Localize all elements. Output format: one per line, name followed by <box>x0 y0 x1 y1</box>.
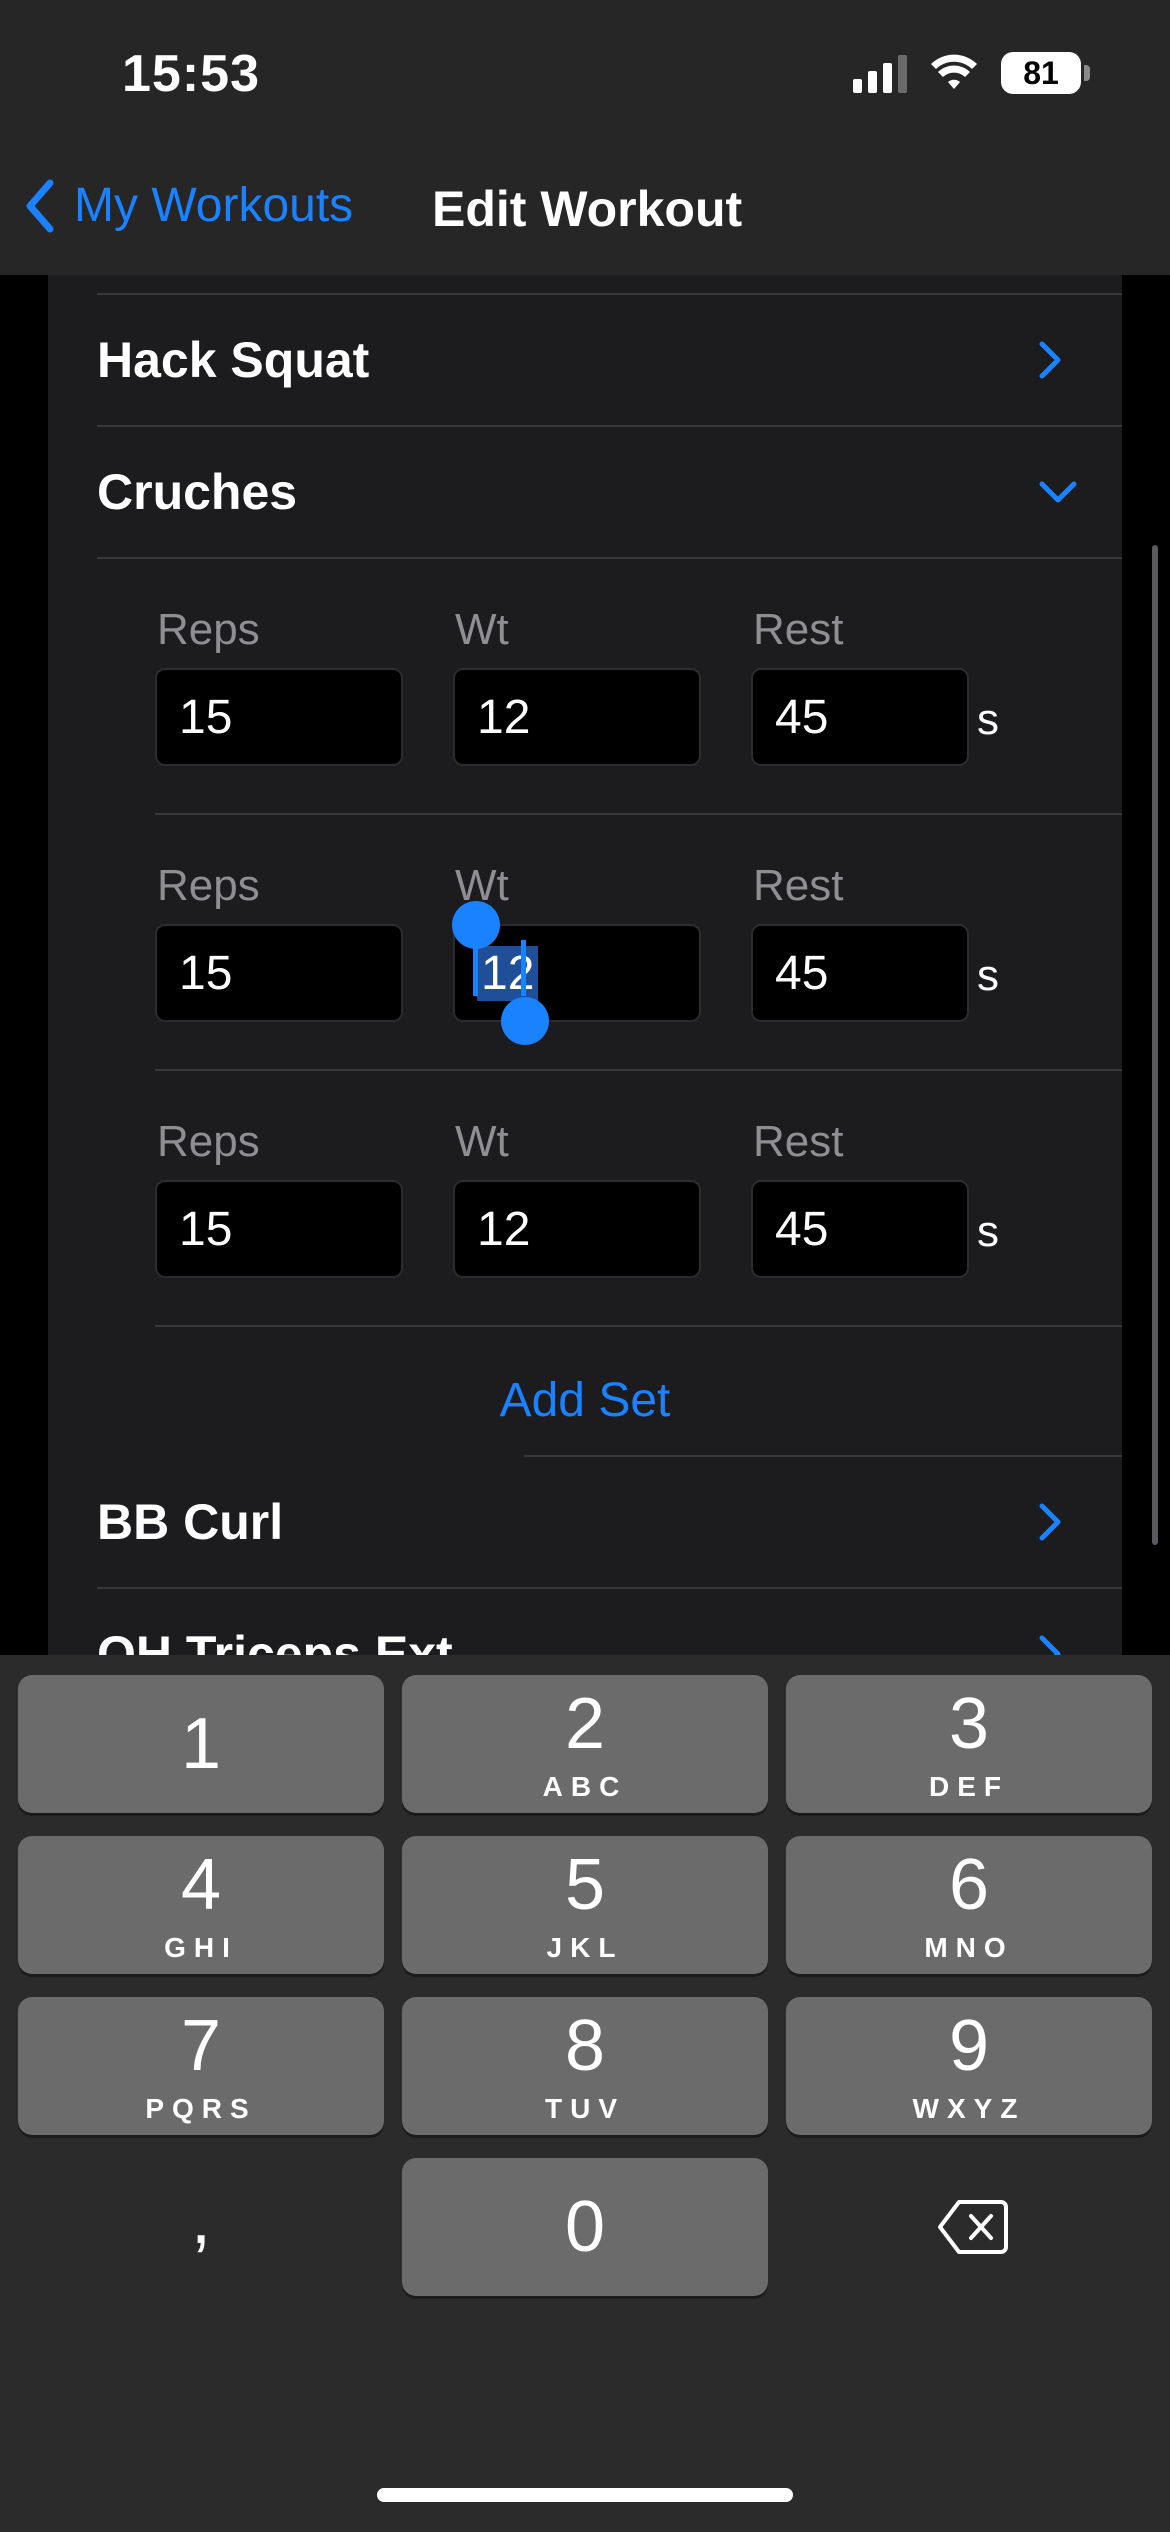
status-icons: 81 <box>853 52 1090 94</box>
back-button[interactable]: My Workouts <box>24 178 353 233</box>
reps-label: Reps <box>157 861 260 910</box>
key-5[interactable]: 5 JKL <box>402 1836 768 1974</box>
delete-key[interactable] <box>786 2158 1152 2296</box>
workout-editor: Hack Squat Cruches Reps Wt Rest 15 12 45… <box>0 275 1170 1655</box>
key-number: 8 <box>564 2006 606 2086</box>
exercise-row-hack-squat[interactable]: Hack Squat <box>48 295 1122 425</box>
exercise-list: Hack Squat Cruches Reps Wt Rest 15 12 45… <box>48 275 1122 1655</box>
exercise-name: Cruches <box>97 464 298 520</box>
key-number: 1 <box>180 1704 222 1784</box>
key-letters: WXYZ <box>912 2093 1026 2124</box>
selection-end-bar <box>521 940 526 996</box>
key-4[interactable]: 4 GHI <box>18 1836 384 1974</box>
key-number: 0 <box>564 2187 606 2267</box>
home-indicator <box>377 2488 793 2502</box>
key-0[interactable]: 0 <box>402 2158 768 2296</box>
rest-label: Rest <box>753 605 844 654</box>
wifi-icon <box>931 54 977 89</box>
key-6[interactable]: 6 MNO <box>786 1836 1152 1974</box>
exercise-row-bb-curl[interactable]: BB Curl <box>48 1457 1122 1587</box>
exercise-row-oh-triceps-ext[interactable]: OH Triceps Ext <box>48 1589 1122 1655</box>
key-8[interactable]: 8 TUV <box>402 1997 768 2135</box>
key-1[interactable]: 1 <box>18 1675 384 1813</box>
backspace-icon <box>938 2200 1008 2254</box>
chevron-down-icon <box>1039 481 1077 503</box>
key-number: 6 <box>948 1845 990 1925</box>
key-3[interactable]: 3 DEF <box>786 1675 1152 1813</box>
rest-input[interactable]: 45 <box>751 668 969 766</box>
chevron-right-icon <box>1039 341 1061 379</box>
scroll-indicator[interactable] <box>1152 545 1158 1545</box>
add-set-button[interactable]: Add Set <box>48 1373 1122 1428</box>
rest-unit: s <box>977 1207 999 1256</box>
selected-text: 12 <box>477 945 539 1001</box>
chevron-right-icon <box>1039 1503 1061 1541</box>
exercise-name: Hack Squat <box>97 332 370 388</box>
key-comma-label: , <box>190 2179 211 2259</box>
key-letters: MNO <box>924 1932 1014 1963</box>
key-number: 4 <box>180 1845 222 1925</box>
divider <box>155 1325 1122 1327</box>
reps-label: Reps <box>157 605 260 654</box>
battery-level: 81 <box>1001 52 1081 94</box>
key-number: 5 <box>564 1845 606 1925</box>
key-7[interactable]: 7 PQRS <box>18 1997 384 2135</box>
key-letters: TUV <box>545 2093 625 2124</box>
back-button-label: My Workouts <box>74 179 354 232</box>
battery-icon: 81 <box>1001 52 1090 94</box>
rest-label: Rest <box>753 1117 844 1166</box>
reps-input[interactable]: 15 <box>155 668 403 766</box>
key-letters: PQRS <box>145 2093 257 2124</box>
chevron-left-icon <box>26 179 54 232</box>
reps-input[interactable]: 15 <box>155 924 403 1022</box>
key-number: 7 <box>180 2006 222 2086</box>
divider <box>155 813 1122 815</box>
weight-label: Wt <box>455 605 509 654</box>
rest-unit: s <box>977 695 999 744</box>
cellular-signal-icon <box>853 53 907 93</box>
key-9[interactable]: 9 WXYZ <box>786 1997 1152 2135</box>
exercise-name: BB Curl <box>97 1494 284 1550</box>
key-2[interactable]: 2 ABC <box>402 1675 768 1813</box>
divider <box>97 557 1122 559</box>
selection-end-handle[interactable] <box>501 997 549 1045</box>
key-letters: JKL <box>546 1932 624 1963</box>
exercise-row-cruches[interactable]: Cruches <box>48 427 1122 557</box>
weight-label: Wt <box>455 1117 509 1166</box>
status-time: 15:53 <box>122 45 260 103</box>
key-number: 3 <box>948 1684 990 1764</box>
chevron-right-icon <box>1039 1635 1061 1655</box>
rest-label: Rest <box>753 861 844 910</box>
key-number: 9 <box>948 2006 990 2086</box>
rest-unit: s <box>977 951 999 1000</box>
key-letters: GHI <box>164 1932 238 1963</box>
weight-input[interactable]: 12 <box>453 668 701 766</box>
selection-start-handle[interactable] <box>452 901 500 949</box>
reps-label: Reps <box>157 1117 260 1166</box>
top-bar: 15:53 81 My Workouts Edit Workout <box>0 0 1170 275</box>
exercise-name: OH Triceps Ext <box>97 1626 453 1655</box>
numeric-keypad: 1 2 ABC 3 DEF 4 GHI 5 JKL 6 MNO 7 PQRS 8… <box>0 1655 1170 2532</box>
key-comma[interactable]: , <box>18 2158 384 2296</box>
reps-input[interactable]: 15 <box>155 1180 403 1278</box>
divider <box>155 1069 1122 1071</box>
key-letters: ABC <box>542 1771 628 1802</box>
weight-input[interactable]: 12 <box>453 1180 701 1278</box>
key-number: 2 <box>564 1684 606 1764</box>
page-title: Edit Workout <box>432 181 743 237</box>
key-letters: DEF <box>929 1771 1009 1802</box>
rest-input[interactable]: 45 <box>751 924 969 1022</box>
rest-input[interactable]: 45 <box>751 1180 969 1278</box>
